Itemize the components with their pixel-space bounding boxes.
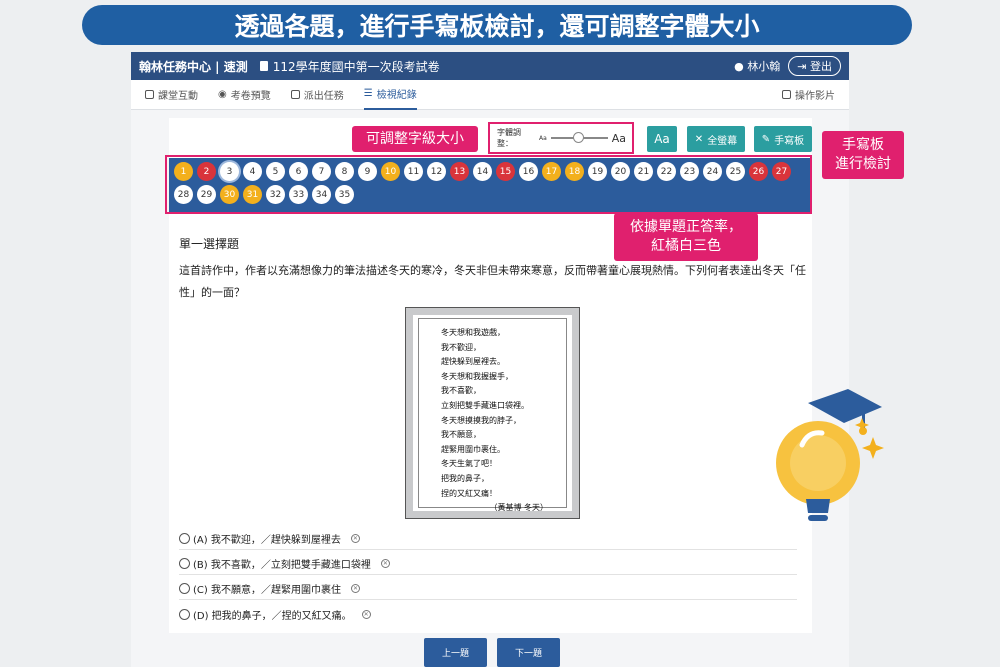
poem-image: 冬天想和我遊戲， 我不歡迎， 趕快躲到屋裡去。 冬天想和我握握手， 我不喜歡， 立刻把雙手… bbox=[405, 307, 580, 519]
option-a[interactable]: (A) 我不歡迎，／趕快躲到屋裡去 ✕ bbox=[179, 527, 797, 550]
option-label: (B) 我不喜歡，／立刻把雙手藏進口袋裡 bbox=[193, 559, 371, 571]
option-label: (C) 我不願意，／趕緊用圍巾裹住 bbox=[193, 584, 341, 596]
poem-line: 冬天生氣了吧！ bbox=[441, 459, 497, 469]
font-style-button[interactable]: Aa bbox=[647, 126, 677, 152]
option-label: (D) 把我的鼻子，／捏的又紅又痛。 bbox=[193, 611, 352, 622]
eye-icon: ◉ bbox=[218, 89, 227, 100]
poem-line: 趕快躲到屋裡去。 bbox=[441, 357, 505, 367]
document-title-text: 112學年度國中第一次段考試卷 bbox=[272, 59, 440, 74]
poem-author: （黃基博 冬天） bbox=[489, 503, 548, 513]
promo-banner: 透過各題，進行手寫板檢討，還可調整字體大小 bbox=[82, 5, 912, 45]
poem-line: 我不歡迎， bbox=[441, 342, 481, 352]
font-adjust-highlight bbox=[488, 122, 634, 154]
handwriting-button[interactable]: ✎ 手寫板 bbox=[754, 126, 812, 152]
option-b[interactable]: (B) 我不喜歡，／立刻把雙手藏進口袋裡 ✕ bbox=[179, 552, 797, 575]
option-d[interactable]: (D) 把我的鼻子，／捏的又紅又痛。 ✕ bbox=[179, 603, 797, 626]
radio-button[interactable] bbox=[179, 532, 190, 544]
tab-label: 課堂互動 bbox=[158, 91, 198, 102]
help-video-link[interactable]: 操作影片 bbox=[782, 87, 835, 102]
next-question-button[interactable]: 下一題 bbox=[497, 638, 560, 667]
poem-line: 我不願意， bbox=[441, 430, 481, 440]
top-bar: 翰林任務中心 | 速測 112學年度國中第一次段考試卷 ● 林小翰 ⇥ 登出 bbox=[131, 52, 849, 80]
video-icon bbox=[782, 90, 791, 99]
option-c[interactable]: (C) 我不願意，／趕緊用圍巾裹住 ✕ bbox=[179, 577, 797, 600]
tab-assign[interactable]: 派出任務 bbox=[290, 80, 344, 110]
poem-line: 冬天想和我遊戲， bbox=[441, 328, 505, 337]
navigator-highlight bbox=[165, 155, 812, 214]
poem-line: 冬天想摸摸我的脖子， bbox=[441, 415, 521, 425]
eliminate-icon[interactable]: ✕ bbox=[361, 610, 371, 619]
app-brand: 翰林任務中心 | 速測 bbox=[139, 59, 248, 74]
radio-button[interactable] bbox=[179, 609, 190, 620]
user-area: ● 林小翰 ⇥ 登出 bbox=[734, 56, 841, 76]
callout-font-size: 可調整字級大小 bbox=[352, 126, 478, 152]
eliminate-icon[interactable]: ✕ bbox=[380, 558, 390, 568]
fullscreen-button[interactable]: ✕ 全螢幕 bbox=[687, 126, 745, 152]
callout-handwriting: 手寫板 進行檢討 bbox=[822, 131, 904, 179]
poem-line: 冬天想和我握握手， bbox=[441, 371, 513, 381]
assign-icon bbox=[290, 90, 300, 99]
tab-records[interactable]: ☰ 檢視紀錄 bbox=[363, 80, 417, 110]
fullscreen-icon: ✕ bbox=[694, 133, 704, 145]
tab-preview[interactable]: ◉ 考卷預覽 bbox=[218, 80, 271, 110]
poem-line: 捏的又紅又痛！ bbox=[441, 488, 497, 498]
handwriting-label: 手寫板 bbox=[774, 135, 805, 147]
lightbulb-graduation-icon bbox=[776, 389, 884, 521]
poem-line: 立刻把雙手藏進口袋裡。 bbox=[441, 400, 529, 410]
prev-question-button[interactable]: 上一題 bbox=[424, 638, 487, 667]
poem-line: 把我的鼻子， bbox=[441, 473, 489, 483]
user-name-text: 林小翰 bbox=[747, 60, 781, 73]
radio-button[interactable] bbox=[179, 557, 190, 569]
eliminate-icon[interactable]: ✕ bbox=[350, 533, 360, 543]
document-icon bbox=[259, 61, 268, 71]
tab-label: 考卷預覽 bbox=[230, 91, 271, 102]
help-label: 操作影片 bbox=[795, 91, 835, 102]
poem-line: 我不喜歡， bbox=[441, 386, 481, 396]
classroom-icon bbox=[145, 90, 154, 99]
callout-accuracy: 依據單題正答率， 紅橘白三色 bbox=[614, 213, 758, 261]
tab-bar: 課堂互動 ◉ 考卷預覽 派出任務 ☰ 檢視紀錄 操作影片 bbox=[131, 80, 849, 110]
list-icon: ☰ bbox=[363, 88, 373, 99]
radio-button[interactable] bbox=[179, 582, 190, 594]
eliminate-icon[interactable]: ✕ bbox=[350, 583, 360, 593]
pen-icon: ✎ bbox=[761, 133, 771, 145]
document-title: 112學年度國中第一次段考試卷 bbox=[259, 58, 440, 75]
tab-label: 檢視紀錄 bbox=[376, 90, 417, 101]
option-label: (A) 我不歡迎，／趕快躲到屋裡去 bbox=[193, 534, 341, 546]
tab-classroom[interactable]: 課堂互動 bbox=[145, 80, 198, 110]
question-type: 單一選擇題 bbox=[179, 237, 240, 251]
fullscreen-label: 全螢幕 bbox=[707, 135, 738, 147]
user-name[interactable]: ● 林小翰 bbox=[734, 58, 780, 74]
logout-label: 登出 bbox=[810, 60, 832, 73]
question-text: 這首詩作中，作者以充滿想像力的筆法描述冬天的寒冷，冬天非但未帶來寒意，反而帶著童… bbox=[179, 264, 806, 299]
logout-button[interactable]: ⇥ 登出 bbox=[788, 56, 841, 76]
poem-line: 趕緊用圍巾裹住。 bbox=[441, 444, 505, 454]
tab-label: 派出任務 bbox=[303, 91, 344, 102]
poem-text: 冬天想和我遊戲， 我不歡迎， 趕快躲到屋裡去。 冬天想和我握握手， 我不喜歡， 立刻把雙手… bbox=[418, 318, 567, 512]
